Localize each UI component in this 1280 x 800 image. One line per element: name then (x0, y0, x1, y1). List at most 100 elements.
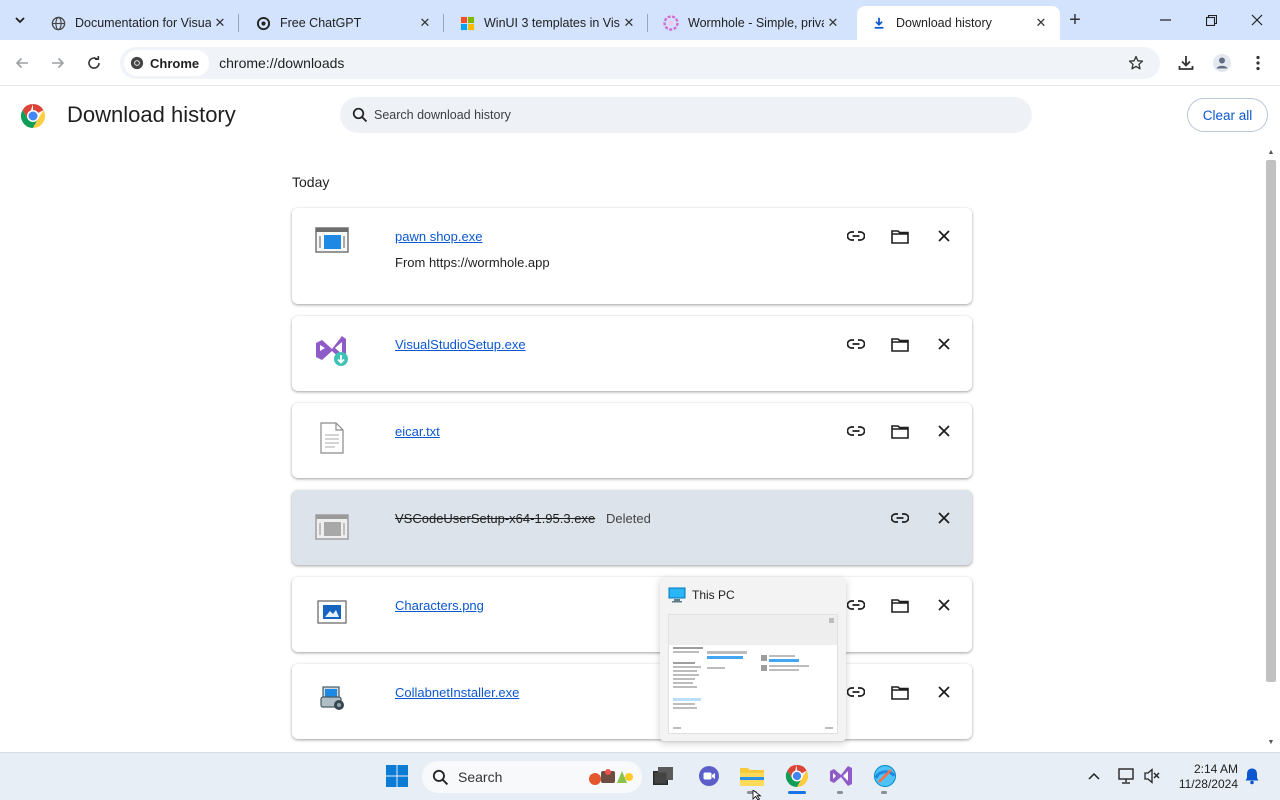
page-scrollbar[interactable]: ▲ ▼ (1264, 146, 1278, 750)
copy-link-icon[interactable] (844, 680, 868, 704)
chrome-taskbar-button[interactable] (784, 763, 810, 789)
search-input[interactable] (374, 108, 974, 122)
profile-button[interactable] (1210, 51, 1234, 75)
system-clock[interactable]: 2:14 AM 11/28/2024 (1168, 762, 1238, 792)
close-tab-icon[interactable]: ✕ (1032, 14, 1050, 32)
chrome-logo-icon (20, 104, 46, 128)
close-tab-icon[interactable]: ✕ (211, 14, 229, 32)
task-view-button[interactable] (650, 763, 676, 789)
deleted-status-text: Deleted (606, 511, 651, 526)
file-explorer-button[interactable] (739, 763, 765, 789)
forward-button[interactable] (46, 51, 70, 75)
bell-icon (1245, 768, 1259, 785)
tab-wormhole[interactable]: Wormhole - Simple, priva ✕ (649, 6, 852, 40)
visual-studio-icon (830, 766, 852, 786)
tab-documentation[interactable]: Documentation for Visual ✕ (36, 6, 239, 40)
exe-window-icon (314, 510, 350, 546)
chrome-icon (130, 56, 144, 70)
teams-chat-button[interactable] (696, 763, 722, 789)
scrollbar-thumb[interactable] (1266, 160, 1276, 682)
tab-download-history[interactable]: Download history ✕ (857, 6, 1060, 40)
copy-link-icon[interactable] (844, 419, 868, 443)
search-icon (352, 107, 368, 123)
download-item: Characters.png (292, 577, 972, 652)
visual-studio-installer-icon (314, 332, 350, 368)
restore-button[interactable] (1196, 8, 1226, 32)
mouse-cursor-icon (752, 790, 762, 800)
scroll-up-arrow-icon[interactable]: ▲ (1267, 148, 1275, 156)
remove-item-icon[interactable] (932, 224, 956, 248)
remove-item-icon[interactable] (932, 332, 956, 356)
show-in-folder-icon[interactable] (888, 332, 912, 356)
download-item: pawn shop.exe From https://wormhole.app (292, 208, 972, 304)
tab-title: Wormhole - Simple, priva (688, 16, 824, 30)
file-name-link[interactable]: VisualStudioSetup.exe (395, 337, 526, 352)
close-tab-icon[interactable]: ✕ (824, 14, 842, 32)
tab-chatgpt[interactable]: Free ChatGPT ✕ (241, 6, 444, 40)
tab-winui-templates[interactable]: WinUI 3 templates in Visu ✕ (445, 6, 648, 40)
browser-toolbar: Chrome chrome://downloads (0, 40, 1280, 86)
active-app-indicator (788, 791, 806, 794)
file-source-text: From https://wormhole.app (395, 255, 550, 270)
remove-item-icon[interactable] (932, 680, 956, 704)
running-indicator (837, 791, 843, 794)
reload-icon (88, 56, 100, 69)
chrome-icon (785, 764, 809, 788)
remove-item-icon[interactable] (932, 593, 956, 617)
chrome-menu-button[interactable] (1246, 51, 1270, 75)
show-in-folder-icon[interactable] (888, 224, 912, 248)
downloads-button[interactable] (1174, 51, 1198, 75)
notifications-button[interactable] (1239, 763, 1265, 789)
image-file-icon (314, 594, 350, 630)
bookmark-star-icon[interactable] (1126, 53, 1146, 73)
close-tab-icon[interactable]: ✕ (416, 14, 434, 32)
close-window-button[interactable] (1242, 8, 1272, 32)
file-name-link[interactable]: pawn shop.exe (395, 229, 482, 244)
copy-link-icon[interactable] (844, 593, 868, 617)
edge-taskbar-button[interactable] (872, 763, 898, 789)
show-in-folder-icon[interactable] (888, 680, 912, 704)
reload-button[interactable] (82, 51, 106, 75)
clear-all-button[interactable]: Clear all (1187, 98, 1268, 132)
kebab-menu-icon (1256, 55, 1260, 71)
show-in-folder-icon[interactable] (888, 419, 912, 443)
task-view-icon (653, 767, 673, 785)
copy-link-icon[interactable] (888, 506, 912, 530)
network-button[interactable] (1113, 763, 1139, 789)
url-text[interactable]: chrome://downloads (219, 55, 344, 71)
remove-item-icon[interactable] (932, 506, 956, 530)
start-button[interactable] (384, 763, 410, 789)
exe-window-icon (314, 223, 350, 259)
search-bar[interactable] (340, 97, 1032, 133)
copy-link-icon[interactable] (844, 224, 868, 248)
globe-icon (50, 15, 66, 31)
new-tab-button[interactable]: + (1064, 9, 1086, 31)
file-name-link[interactable]: eicar.txt (395, 424, 440, 439)
back-arrow-icon (15, 57, 28, 69)
copy-link-icon[interactable] (844, 332, 868, 356)
file-name-link[interactable]: CollabnetInstaller.exe (395, 685, 519, 700)
show-in-folder-icon[interactable] (888, 593, 912, 617)
visual-studio-taskbar-button[interactable] (828, 763, 854, 789)
download-item-deleted: VSCodeUserSetup-x64-1.95.3.exe Deleted (292, 490, 972, 565)
back-button[interactable] (10, 51, 34, 75)
folder-icon (740, 768, 764, 786)
remove-item-icon[interactable] (932, 419, 956, 443)
minimize-button[interactable] (1150, 8, 1180, 32)
installer-icon (314, 680, 350, 716)
clock-time: 2:14 AM (1193, 762, 1238, 776)
taskbar-search-box[interactable]: Search (422, 761, 642, 793)
site-info-chip[interactable]: Chrome (124, 50, 210, 76)
taskbar-thumbnail-preview[interactable]: This PC (660, 578, 846, 741)
file-name-link[interactable]: Characters.png (395, 598, 484, 613)
openai-icon (255, 15, 271, 31)
tab-search-button[interactable] (8, 8, 32, 32)
tab-title: Documentation for Visual (75, 16, 211, 30)
close-icon (1251, 14, 1263, 26)
show-hidden-icons-button[interactable] (1081, 763, 1107, 789)
close-tab-icon[interactable]: ✕ (620, 14, 638, 32)
volume-button[interactable] (1139, 763, 1165, 789)
omnibox[interactable]: Chrome chrome://downloads (120, 47, 1160, 79)
file-explorer-preview (668, 614, 838, 734)
scroll-down-arrow-icon[interactable]: ▼ (1267, 738, 1275, 746)
